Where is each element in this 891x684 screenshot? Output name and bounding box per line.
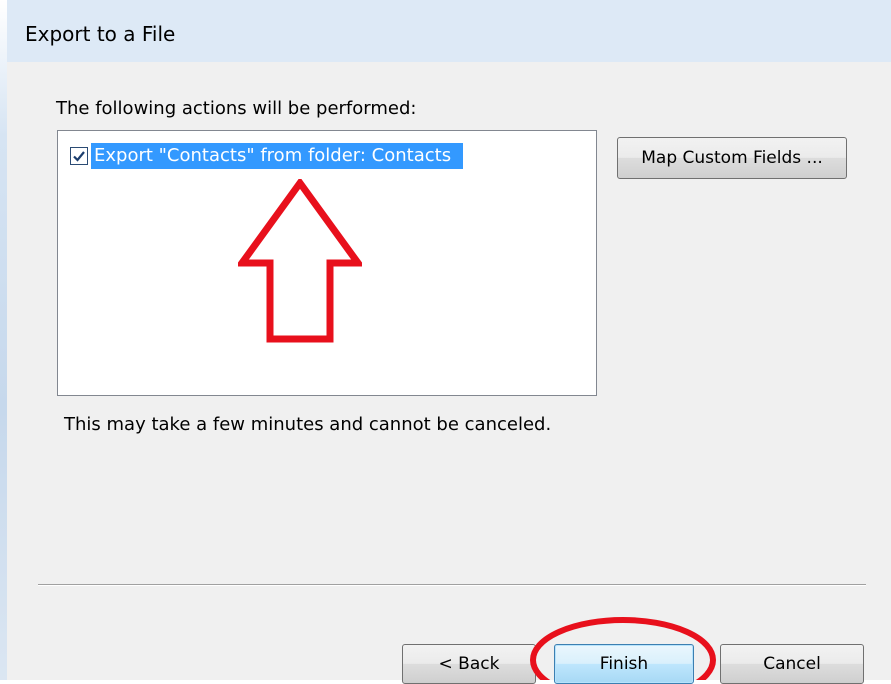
- instructions-label: The following actions will be performed:: [56, 98, 417, 119]
- warning-note: This may take a few minutes and cannot b…: [64, 414, 552, 435]
- map-custom-fields-button[interactable]: Map Custom Fields ...: [617, 137, 847, 179]
- window-left-edge: [0, 0, 7, 680]
- list-item-export-contacts[interactable]: Export "Contacts" from folder: Contacts: [70, 143, 464, 169]
- export-checkbox[interactable]: [70, 147, 88, 165]
- cancel-button[interactable]: Cancel: [720, 644, 864, 684]
- title-bar: Export to a File: [7, 0, 891, 62]
- export-action-label: Export "Contacts" from folder: Contacts: [91, 143, 464, 169]
- red-arrow-up-annotation: [238, 179, 362, 343]
- back-button[interactable]: < Back: [402, 644, 536, 684]
- window-title: Export to a File: [25, 22, 176, 46]
- checkmark-icon: [73, 151, 85, 162]
- separator-line: [38, 584, 866, 586]
- red-circle-annotation: [530, 617, 716, 680]
- actions-listbox[interactable]: Export "Contacts" from folder: Contacts: [57, 130, 597, 396]
